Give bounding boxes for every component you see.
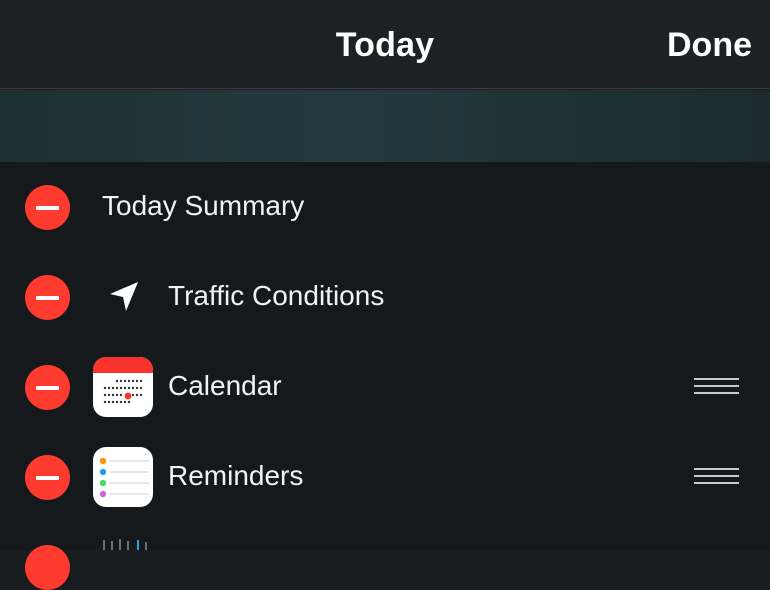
- delete-button[interactable]: [25, 455, 70, 500]
- minus-icon: [36, 205, 59, 210]
- widget-label: Reminders: [168, 460, 304, 491]
- widget-label: Traffic Conditions: [168, 280, 385, 311]
- page-title: Today: [335, 26, 435, 64]
- delete-button[interactable]: [25, 365, 70, 410]
- minus-icon: [36, 475, 59, 480]
- stocks-icon-partial: [98, 538, 150, 550]
- minus-icon: [36, 295, 59, 300]
- reminders-icon: [93, 447, 153, 507]
- reorder-handle-icon[interactable]: [694, 378, 739, 394]
- minus-icon: [36, 385, 59, 390]
- widget-label: Today Summary: [102, 190, 305, 221]
- calendar-icon: [93, 357, 153, 417]
- delete-button[interactable]: [25, 275, 70, 320]
- navigation-bar: Today Done: [0, 0, 770, 89]
- widget-row-traffic-conditions: Traffic Conditions: [0, 252, 770, 342]
- done-button[interactable]: Done: [667, 26, 752, 65]
- delete-button-partial[interactable]: [25, 545, 70, 590]
- reorder-handle-icon[interactable]: [694, 468, 739, 484]
- delete-button[interactable]: [25, 185, 70, 230]
- widget-row-calendar: Calendar: [0, 342, 770, 432]
- widget-list: Today Summary Traffic Conditions Calenda…: [0, 162, 770, 550]
- widget-row-today-summary: Today Summary: [0, 162, 770, 252]
- widget-row-reminders: Reminders: [0, 432, 770, 522]
- widget-label: Calendar: [168, 370, 282, 401]
- location-arrow-icon: [110, 282, 138, 311]
- blurred-background-band: [0, 90, 770, 162]
